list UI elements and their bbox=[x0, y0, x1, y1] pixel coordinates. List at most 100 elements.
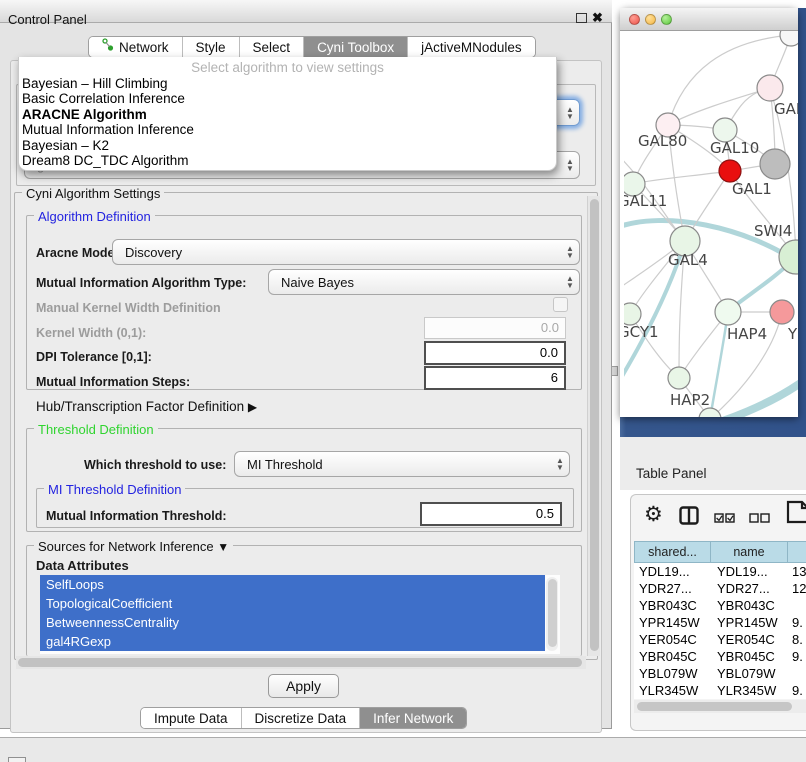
table-cell: YER054C bbox=[634, 631, 711, 648]
network-node[interactable] bbox=[715, 299, 741, 325]
column-header-shared-name[interactable]: shared... bbox=[634, 541, 711, 563]
attribute-item[interactable]: gal4RGexp bbox=[40, 632, 545, 651]
algorithm-option[interactable]: Mutual Information Inference bbox=[19, 122, 556, 137]
table-cell: YBR045C bbox=[634, 648, 711, 665]
column-header-name[interactable]: name bbox=[711, 541, 788, 563]
close-icon[interactable]: ✖ bbox=[592, 10, 603, 26]
sources-group-title[interactable]: Sources for Network Inference ▼ bbox=[34, 539, 233, 554]
network-canvas[interactable]: GALGAL80GAL10GAL1GAL11SWI4GAL4GCY1HAP4YH… bbox=[624, 31, 798, 417]
mi-threshold-group-title: MI Threshold Definition bbox=[44, 482, 185, 497]
network-view-window: GALGAL80GAL10GAL1GAL11SWI4GAL4GCY1HAP4YH… bbox=[620, 8, 798, 417]
attribute-item[interactable]: SelfLoops bbox=[40, 575, 545, 594]
panel-splitter-handle[interactable] bbox=[611, 366, 618, 376]
scrollbar-thumb[interactable] bbox=[18, 658, 582, 667]
hide-columns-icon[interactable] bbox=[749, 510, 771, 528]
table-cell: 9. bbox=[788, 648, 806, 665]
export-table-icon[interactable] bbox=[786, 500, 806, 529]
algorithm-option[interactable]: Bayesian – K2 bbox=[19, 138, 556, 153]
table-horizontal-scrollbar[interactable] bbox=[634, 700, 806, 713]
table-row[interactable]: YLR345WYLR345W9. bbox=[634, 682, 806, 699]
table-row[interactable]: YBR043CYBR043C bbox=[634, 597, 806, 614]
chevron-right-icon: ▶ bbox=[248, 400, 257, 414]
apply-button[interactable]: Apply bbox=[268, 674, 339, 698]
network-node[interactable] bbox=[770, 300, 794, 324]
kernel-width-label: Kernel Width (0,1): bbox=[36, 326, 146, 340]
algorithm-option[interactable]: Basic Correlation Inference bbox=[19, 91, 556, 106]
tab-label: Select bbox=[253, 37, 291, 58]
column-header-partial[interactable] bbox=[788, 541, 806, 563]
table-cell: YPR145W bbox=[634, 614, 711, 631]
gear-icon[interactable]: ⚙ bbox=[644, 502, 663, 527]
restore-panel-icon[interactable] bbox=[8, 757, 26, 762]
table-cell: YDL19... bbox=[711, 563, 788, 580]
network-node[interactable] bbox=[624, 303, 641, 325]
network-node[interactable] bbox=[780, 31, 798, 46]
settings-horizontal-scrollbar[interactable] bbox=[16, 656, 586, 669]
network-node[interactable] bbox=[757, 75, 783, 101]
tab-select[interactable]: Select bbox=[239, 37, 304, 57]
table-row[interactable]: YDL19...YDL19...13 bbox=[634, 563, 806, 580]
table-cell: YBR045C bbox=[711, 648, 788, 665]
aracne-mode-combo[interactable]: Discovery ▲▼ bbox=[112, 239, 580, 265]
scrollbar-thumb[interactable] bbox=[637, 702, 792, 711]
settings-vertical-scrollbar[interactable] bbox=[587, 196, 600, 656]
tab-style[interactable]: Style bbox=[182, 37, 239, 57]
node-label: GAL4 bbox=[668, 251, 708, 269]
tab-label: Style bbox=[196, 37, 226, 58]
kernel-width-field[interactable]: 0.0 bbox=[424, 317, 566, 339]
table-header-row: shared... name bbox=[634, 541, 806, 563]
dpi-tolerance-label: DPI Tolerance [0,1]: bbox=[36, 350, 152, 364]
show-checked-columns-icon[interactable] bbox=[714, 510, 736, 528]
network-node[interactable] bbox=[760, 149, 790, 179]
table-row[interactable]: YDR27...YDR27...12 bbox=[634, 580, 806, 597]
combo-arrows-icon: ▲▼ bbox=[551, 457, 569, 471]
table-cell bbox=[788, 665, 806, 682]
table-cell bbox=[788, 597, 806, 614]
table-cell: YBR043C bbox=[711, 597, 788, 614]
table-cell: YPR145W bbox=[711, 614, 788, 631]
scrollbar-thumb[interactable] bbox=[590, 199, 599, 651]
table-row[interactable]: YBR045CYBR045C9. bbox=[634, 648, 806, 665]
attribute-item[interactable]: BetweennessCentrality bbox=[40, 613, 545, 632]
control-panel-titlebar bbox=[0, 0, 612, 23]
network-node[interactable] bbox=[668, 367, 690, 389]
mi-threshold-field[interactable]: 0.5 bbox=[420, 502, 562, 526]
network-node[interactable] bbox=[719, 160, 741, 182]
combo-arrows-icon: ▲▼ bbox=[561, 275, 579, 289]
mi-steps-field[interactable]: 6 bbox=[424, 366, 566, 390]
algorithm-option[interactable]: ARACNE Algorithm bbox=[19, 107, 556, 122]
tab-network[interactable]: Network bbox=[89, 37, 182, 57]
manual-kernel-width-checkbox[interactable] bbox=[553, 297, 568, 312]
tab-cyni-toolbox[interactable]: Cyni Toolbox bbox=[303, 37, 407, 57]
algorithm-option[interactable]: Bayesian – Hill Climbing bbox=[19, 76, 556, 91]
zoom-traffic-light[interactable] bbox=[661, 14, 672, 25]
table-panel-header-area bbox=[620, 437, 806, 490]
close-traffic-light[interactable] bbox=[629, 14, 640, 25]
node-label: SWI4 bbox=[754, 222, 792, 240]
dropdown-prompt: Select algorithm to view settings bbox=[19, 57, 556, 76]
table-row[interactable]: YBL079WYBL079W bbox=[634, 665, 806, 682]
which-threshold-combo[interactable]: MI Threshold ▲▼ bbox=[234, 451, 570, 477]
tab-impute-data[interactable]: Impute Data bbox=[141, 708, 241, 728]
attribute-item[interactable]: TopologicalCoefficient bbox=[40, 594, 545, 613]
node-label: HAP4 bbox=[727, 325, 767, 343]
hub-definition-expander[interactable]: Hub/Transcription Factor Definition ▶ bbox=[36, 399, 257, 414]
which-threshold-label: Which threshold to use: bbox=[84, 458, 226, 472]
table-row[interactable]: YER054CYER054C8. bbox=[634, 631, 806, 648]
scrollbar-thumb[interactable] bbox=[548, 579, 557, 647]
attributes-scrollbar[interactable] bbox=[546, 577, 558, 651]
tab-jactivemnodules[interactable]: jActiveMNodules bbox=[407, 37, 535, 57]
minimize-traffic-light[interactable] bbox=[645, 14, 656, 25]
table-cell: YLR345W bbox=[711, 682, 788, 699]
tab-infer-network[interactable]: Infer Network bbox=[359, 708, 466, 728]
combo-value: Naive Bayes bbox=[269, 275, 561, 290]
algorithm-option[interactable]: Dream8 DC_TDC Algorithm bbox=[19, 153, 556, 168]
dpi-tolerance-field[interactable]: 0.0 bbox=[424, 341, 566, 365]
table-cell: YBR043C bbox=[634, 597, 711, 614]
mi-threshold-label: Mutual Information Threshold: bbox=[46, 509, 227, 523]
mi-algorithm-type-combo[interactable]: Naive Bayes ▲▼ bbox=[268, 269, 580, 295]
table-row[interactable]: YPR145WYPR145W9. bbox=[634, 614, 806, 631]
float-window-icon[interactable] bbox=[576, 13, 587, 23]
columns-icon[interactable] bbox=[679, 506, 699, 530]
tab-discretize-data[interactable]: Discretize Data bbox=[241, 708, 360, 728]
